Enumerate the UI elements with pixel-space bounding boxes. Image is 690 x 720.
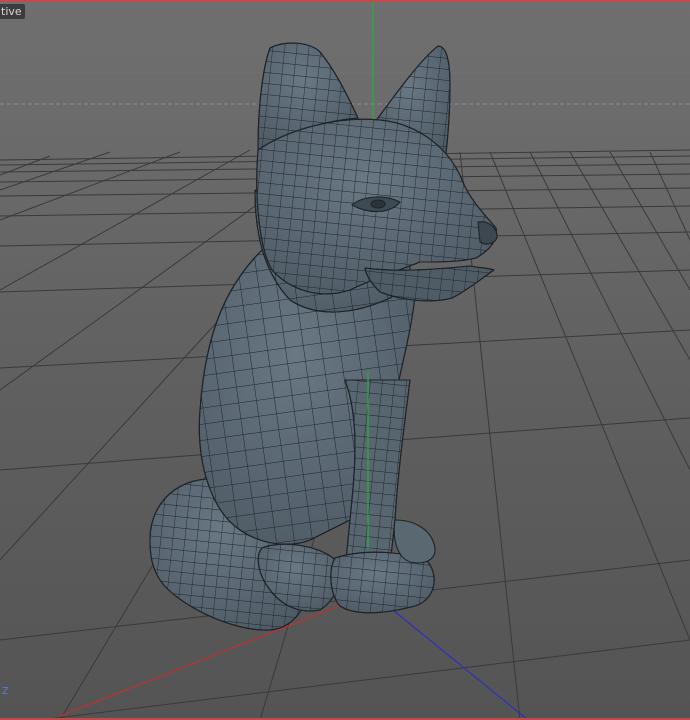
- z-axis-line: [371, 592, 529, 720]
- 3d-viewport[interactable]: tive Z: [0, 0, 690, 720]
- fox-nose: [477, 221, 498, 245]
- fox-mesh: [149, 42, 498, 631]
- camera-mode-label[interactable]: tive: [0, 4, 25, 19]
- viewport-scene[interactable]: [0, 0, 690, 720]
- z-axis-label: Z: [2, 686, 9, 697]
